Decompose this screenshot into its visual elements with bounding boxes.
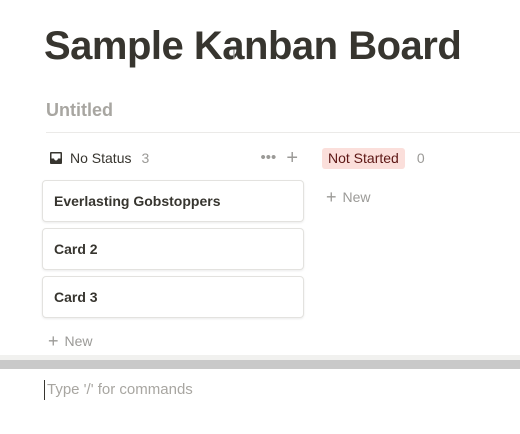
scrollbar[interactable] [0, 355, 520, 369]
plus-icon: + [48, 331, 59, 351]
command-input[interactable]: Type '/' for commands [44, 380, 484, 400]
plus-icon: + [326, 187, 337, 207]
column-header-not-started[interactable]: Not Started 0 [322, 147, 425, 169]
status-pill: Not Started [322, 147, 405, 169]
column-count: 3 [141, 150, 150, 166]
more-options-icon[interactable]: ••• [261, 147, 277, 169]
view-title[interactable]: Untitled [46, 100, 113, 121]
column-count: 0 [416, 150, 425, 166]
text-cursor-icon: I [232, 46, 236, 62]
add-card-icon[interactable]: + [286, 147, 298, 169]
column-label: No Status [70, 150, 132, 166]
kanban-card[interactable]: Card 2 [42, 228, 304, 270]
page-title[interactable]: Sample Kanban Board [44, 24, 462, 69]
column-header-no-status[interactable]: No Status 3 ••• + [48, 147, 304, 169]
new-card-button[interactable]: + New [326, 188, 371, 206]
kanban-card[interactable]: Card 3 [42, 276, 304, 318]
new-card-label: New [64, 333, 93, 349]
column-actions: ••• + [261, 147, 298, 169]
new-card-label: New [342, 189, 371, 205]
kanban-card[interactable]: Everlasting Gobstoppers [42, 180, 304, 222]
inbox-icon [48, 150, 64, 166]
new-card-button[interactable]: + New [48, 332, 93, 350]
divider [46, 132, 520, 133]
